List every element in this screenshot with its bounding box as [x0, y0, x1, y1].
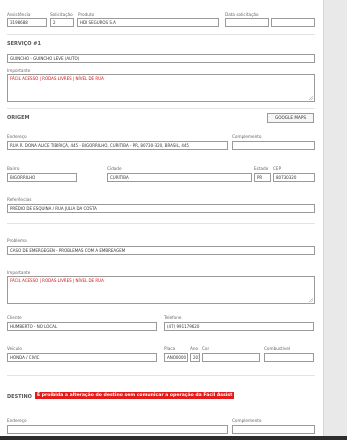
solicitacao-field[interactable]: 2 — [50, 18, 74, 27]
servico-importante-label: Importante — [7, 68, 31, 73]
servico-importante-text: FÁCIL ACESSO | RODAS LIVRES | NÍVEL DE R… — [10, 76, 104, 81]
veiculo-label: Veículo — [7, 346, 22, 351]
estado-label: Estado — [254, 166, 269, 171]
resize-grip-icon[interactable] — [309, 96, 313, 100]
origem-importante-text: FÁCIL ACESSO | RODAS LIVRES | NÍVEL DE R… — [10, 278, 104, 283]
combustivel-field[interactable] — [264, 353, 314, 362]
origem-complemento-label: Complemento — [232, 134, 262, 139]
telefone-label: Telefone — [164, 315, 182, 320]
cliente-label: Cliente — [7, 315, 22, 320]
service-field[interactable]: GUINCHO - GUINCHO LEVE (AUTO) — [7, 54, 315, 63]
resize-grip-icon[interactable] — [309, 298, 313, 302]
destino-complemento-field[interactable] — [232, 425, 315, 434]
assistencia-field[interactable]: 3198688 — [7, 18, 47, 27]
telefone-field[interactable]: (47) 991179620 — [164, 322, 314, 331]
combustivel-label: Combustível — [264, 346, 291, 351]
data-solicitacao-time-field[interactable] — [271, 18, 315, 27]
problema-field[interactable]: CASO DE EMERGEGEN - PROBLEMAS COM A EMBR… — [7, 246, 315, 255]
destino-title: DESTINO — [7, 394, 32, 400]
cidade-label: Cidade — [107, 166, 122, 171]
problema-label: Problema — [7, 238, 27, 243]
referencias-label: Referências — [7, 197, 32, 202]
data-solicitacao-label: Data solicitação — [225, 12, 259, 17]
produto-label: Produto — [78, 12, 95, 17]
bairro-label: Bairro — [7, 166, 20, 171]
origem-endereco-field[interactable]: RUA R. DONA ALICE TIBIRIÇÁ, 445 - BIGORR… — [7, 141, 228, 150]
referencias-field[interactable]: PRÉDIO DE ESQUINA / RUA JULIA DA COSTA — [7, 204, 315, 213]
service-form-card: Assistência 3198688 Solicitação 2 Produt… — [0, 0, 324, 440]
assistencia-label: Assistência — [7, 12, 31, 17]
destino-endereco-field[interactable] — [7, 425, 228, 434]
google-maps-button[interactable]: GOOGLE MAPS — [267, 113, 314, 123]
destino-warning-badge: É proibida a alteração do destino sem co… — [35, 392, 235, 399]
divider — [7, 34, 315, 35]
cor-field[interactable] — [202, 353, 260, 362]
cep-label: CEP — [273, 166, 282, 171]
estado-field[interactable]: PR — [254, 173, 271, 182]
cep-field[interactable]: 80730320 — [273, 173, 315, 182]
divider — [7, 108, 315, 109]
destino-endereco-label: Endereço — [7, 418, 27, 423]
origem-title: ORIGEM — [7, 115, 30, 121]
servico-importante-textarea[interactable]: FÁCIL ACESSO | RODAS LIVRES | NÍVEL DE R… — [7, 74, 315, 102]
ano-field[interactable]: 2013 — [190, 353, 200, 362]
origem-importante-label: Importante — [7, 270, 31, 275]
bairro-field[interactable]: BIGORRILHO — [7, 173, 77, 182]
solicitacao-label: Solicitação — [50, 12, 73, 17]
servico-title: SERVIÇO #1 — [7, 41, 41, 47]
cidade-field[interactable]: CURITIBA — [107, 173, 252, 182]
destino-complemento-label: Complemento — [232, 418, 262, 423]
placa-label: Placa — [164, 346, 176, 351]
page: Assistência 3198688 Solicitação 2 Produt… — [0, 0, 347, 440]
origem-endereco-label: Endereço — [7, 134, 27, 139]
origem-complemento-field[interactable] — [232, 141, 315, 150]
cor-label: Cor — [202, 346, 210, 351]
cliente-field[interactable]: HUMBERTO - NO LOCAL — [7, 322, 157, 331]
bottom-bar — [0, 436, 347, 440]
data-solicitacao-date-field[interactable] — [225, 18, 269, 27]
ano-label: Ano — [190, 346, 199, 351]
origem-importante-textarea[interactable]: FÁCIL ACESSO | RODAS LIVRES | NÍVEL DE R… — [7, 276, 315, 304]
veiculo-field[interactable]: HONDA / CIVIC — [7, 353, 157, 362]
placa-field[interactable]: ANO0000 — [164, 353, 188, 362]
divider — [7, 223, 315, 224]
divider — [7, 375, 315, 376]
produto-field[interactable]: HDI SEGUROS S.A — [77, 18, 219, 27]
